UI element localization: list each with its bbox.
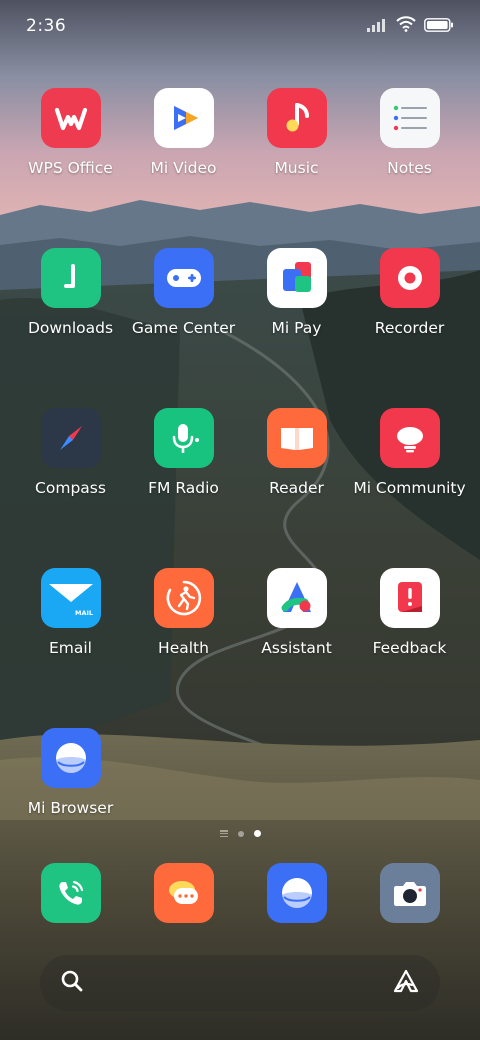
mi-pay-icon[interactable] [266, 248, 327, 308]
feedback-icon[interactable] [379, 568, 440, 628]
page-indicator[interactable] [0, 830, 480, 837]
page-indicator-menu-icon [219, 830, 228, 837]
app-feedback[interactable]: Feedback [353, 568, 466, 662]
notes-icon[interactable] [379, 88, 440, 148]
app-label: Mi Browser [27, 799, 114, 817]
app-mi-video[interactable]: Mi Video [127, 88, 240, 182]
page-dot [237, 830, 244, 837]
app-label: Game Center [131, 319, 236, 337]
browser-icon[interactable] [266, 863, 327, 923]
music-icon[interactable] [266, 88, 327, 148]
status-time: 2:36 [26, 16, 67, 36]
app-label: Assistant [261, 639, 332, 657]
app-label: WPS Office [28, 159, 113, 177]
search-icon[interactable] [60, 969, 84, 997]
mi-video-icon[interactable] [153, 88, 214, 148]
assistant-icon[interactable] [266, 568, 327, 628]
app-label: Mi Pay [271, 319, 322, 337]
mi-browser-icon[interactable] [40, 728, 101, 788]
reader-icon[interactable] [266, 408, 327, 468]
app-notes[interactable]: Notes [353, 88, 466, 182]
app-label: Mi Video [150, 159, 217, 177]
page-dot-active [253, 830, 261, 837]
status-icons [366, 16, 454, 36]
app-fm-radio[interactable]: FM Radio [127, 408, 240, 502]
app-game-center[interactable]: Game Center [127, 248, 240, 342]
app-reader[interactable]: Reader [240, 408, 353, 502]
assistant-icon[interactable] [392, 968, 420, 998]
camera-icon[interactable] [379, 863, 440, 923]
wps-office-icon[interactable] [40, 88, 101, 148]
app-label: Downloads [27, 319, 114, 337]
downloads-icon[interactable] [40, 248, 101, 308]
dock-camera[interactable] [353, 863, 466, 923]
dock-messaging[interactable] [127, 863, 240, 923]
app-label: Mi Community [353, 479, 466, 497]
health-icon[interactable] [153, 568, 214, 628]
wifi-icon [396, 16, 416, 36]
app-label: Music [274, 159, 319, 177]
app-mi-community[interactable]: Mi Community [353, 408, 466, 502]
app-email[interactable]: MAIL Email [14, 568, 127, 662]
app-label: Reader [269, 479, 324, 497]
search-bar[interactable] [40, 955, 440, 1011]
recorder-icon[interactable] [379, 248, 440, 308]
app-label: Email [48, 639, 92, 657]
mi-community-icon[interactable] [379, 408, 440, 468]
dock-browser[interactable] [240, 863, 353, 923]
app-mi-pay[interactable]: Mi Pay [240, 248, 353, 342]
phone-icon[interactable] [40, 863, 101, 923]
app-label: Compass [35, 479, 106, 497]
fm-radio-icon[interactable] [153, 408, 214, 468]
compass-icon[interactable] [40, 408, 101, 468]
app-health[interactable]: Health [127, 568, 240, 662]
app-label: Health [158, 639, 209, 657]
messaging-icon[interactable] [153, 863, 214, 923]
signal-icon [366, 17, 388, 36]
app-grid: WPS Office Mi Video Music Notes Download… [14, 88, 466, 822]
dock [14, 863, 466, 923]
app-mi-browser[interactable]: Mi Browser [14, 728, 127, 822]
app-assistant[interactable]: Assistant [240, 568, 353, 662]
app-label: Notes [387, 159, 432, 177]
battery-icon [424, 17, 454, 36]
game-center-icon[interactable] [153, 248, 214, 308]
email-mail-text: MAIL [75, 609, 93, 617]
app-compass[interactable]: Compass [14, 408, 127, 502]
app-label: FM Radio [148, 479, 219, 497]
email-icon[interactable]: MAIL [40, 568, 101, 628]
app-label: Recorder [374, 319, 445, 337]
dock-phone[interactable] [14, 863, 127, 923]
app-wps-office[interactable]: WPS Office [14, 88, 127, 182]
app-downloads[interactable]: Downloads [14, 248, 127, 342]
app-label: Feedback [372, 639, 447, 657]
app-recorder[interactable]: Recorder [353, 248, 466, 342]
app-music[interactable]: Music [240, 88, 353, 182]
status-bar: 2:36 [0, 0, 480, 52]
